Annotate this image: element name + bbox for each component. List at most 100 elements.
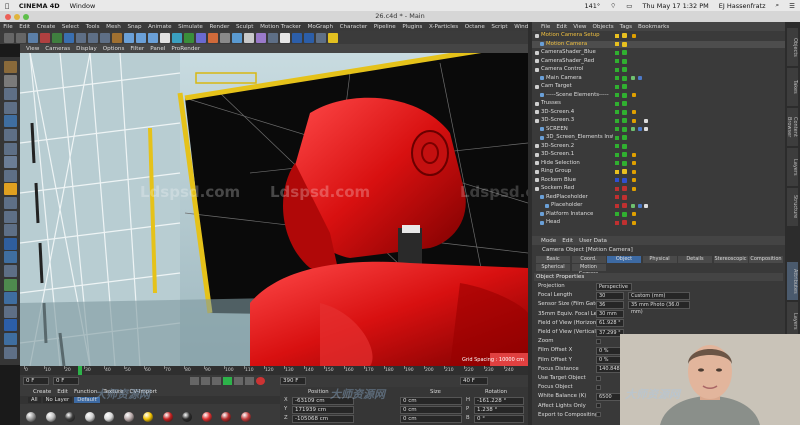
left-tool-icon[interactable] xyxy=(4,61,17,73)
visibility-dot[interactable] xyxy=(622,194,627,200)
rotation-field[interactable]: 1.238 ° xyxy=(474,406,524,414)
left-tool-icon[interactable] xyxy=(4,88,17,101)
object-row[interactable]: 3D-Screen.2 xyxy=(532,143,785,151)
visibility-dot[interactable] xyxy=(622,92,627,98)
toolbar-tool-icon[interactable] xyxy=(136,32,146,43)
toolbar-tool-icon[interactable] xyxy=(244,32,254,43)
rotation-field[interactable]: -161.228 ° xyxy=(474,397,524,405)
object-row[interactable]: 3D-Screen.1 xyxy=(532,151,785,159)
menu-item-file[interactable]: File xyxy=(0,24,16,30)
object-row[interactable]: -----Scene Elements----- xyxy=(532,92,785,100)
right-tab-content-browser[interactable]: Content Browser xyxy=(787,108,798,146)
attribute-checkbox[interactable] xyxy=(596,338,601,344)
attribute-tab-stereoscopic[interactable]: Stereoscopic xyxy=(713,256,748,263)
attribute-checkbox[interactable] xyxy=(596,412,601,418)
visibility-dot[interactable] xyxy=(622,109,627,115)
timeline-ruler[interactable]: 0 10 20 30 40 50 60 70 80 90 100 110 120 130 140 150 160… xyxy=(20,366,528,375)
visibility-dot[interactable] xyxy=(622,135,627,140)
object-menu-objects[interactable]: Objects xyxy=(590,24,617,30)
object-row[interactable]: Motion Camera Setup xyxy=(532,32,785,40)
material-menu-edit[interactable]: Edit xyxy=(54,389,71,395)
layer-color-swatch[interactable] xyxy=(615,195,619,199)
object-row[interactable]: CameraShader_Red xyxy=(532,58,785,66)
right-tab-structure[interactable]: Structure xyxy=(787,188,798,226)
toolbar-tool-icon[interactable] xyxy=(196,32,206,43)
toolbar-tool-icon[interactable] xyxy=(64,32,74,43)
left-tool-icon[interactable] xyxy=(4,305,17,318)
step-forward-icon[interactable] xyxy=(234,377,243,385)
toolbar-tool-icon[interactable] xyxy=(52,32,62,43)
toolbar-tool-icon[interactable] xyxy=(16,32,26,43)
material-sphere[interactable] xyxy=(182,412,192,422)
left-tool-icon[interactable] xyxy=(4,333,17,345)
left-tool-icon[interactable] xyxy=(4,156,17,169)
toolbar-tool-icon[interactable] xyxy=(148,32,158,43)
material-sphere[interactable] xyxy=(143,412,153,422)
attribute-checkbox[interactable] xyxy=(596,375,601,381)
layer-color-swatch[interactable] xyxy=(615,203,619,208)
layer-color-swatch[interactable] xyxy=(615,212,619,216)
toolbar-tool-icon[interactable] xyxy=(220,32,230,43)
layer-color-swatch[interactable] xyxy=(615,178,619,182)
layer-color-swatch[interactable] xyxy=(615,144,619,148)
layer-color-swatch[interactable] xyxy=(615,50,619,55)
attribute-tab-motioncamera[interactable]: Motion Camera xyxy=(571,264,606,277)
menu-item-edit[interactable]: Edit xyxy=(16,24,33,30)
play-icon[interactable] xyxy=(223,377,232,385)
material-sphere[interactable] xyxy=(104,412,114,422)
visibility-dot[interactable] xyxy=(622,101,627,106)
material-sphere[interactable] xyxy=(123,412,134,422)
viewport-menu-prorender[interactable]: ProRender xyxy=(168,46,203,52)
tag-icon[interactable] xyxy=(632,33,636,38)
tag-icon[interactable] xyxy=(638,203,642,208)
menu-item-simulate[interactable]: Simulate xyxy=(175,24,206,30)
toolbar-tool-icon[interactable] xyxy=(304,32,314,43)
size-field[interactable]: 0 cm xyxy=(400,397,462,405)
right-tab-layers[interactable]: Layers xyxy=(787,148,798,186)
tag-icon[interactable] xyxy=(632,152,636,157)
object-row[interactable]: Main Camera xyxy=(532,75,785,83)
menu-item-tools[interactable]: Tools xyxy=(82,24,102,30)
material-sphere[interactable] xyxy=(201,412,212,422)
left-tool-icon[interactable] xyxy=(4,129,17,141)
object-menu-edit[interactable]: Edit xyxy=(553,24,570,30)
right-tab-attributes[interactable]: Attributes xyxy=(787,262,798,300)
object-menu-tags[interactable]: Tags xyxy=(617,24,635,30)
toolbar-tool-icon[interactable] xyxy=(268,32,278,43)
left-tool-icon[interactable] xyxy=(4,224,17,237)
layer-color-swatch[interactable] xyxy=(615,135,619,140)
layer-color-swatch[interactable] xyxy=(615,101,619,106)
zoom-window-icon[interactable] xyxy=(23,14,29,20)
layer-color-swatch[interactable] xyxy=(615,110,619,114)
object-menu-bookmarks[interactable]: Bookmarks xyxy=(635,24,672,30)
wifi-icon[interactable]: ⌔ xyxy=(605,1,621,10)
attribute-value-field[interactable]: Perspective xyxy=(596,282,632,291)
menu-item-character[interactable]: Character xyxy=(336,24,370,30)
tag-icon[interactable] xyxy=(632,110,636,114)
object-row[interactable]: Ring Group xyxy=(532,168,785,176)
size-field[interactable]: 0 cm xyxy=(400,406,462,414)
go-start-icon[interactable] xyxy=(190,377,199,385)
left-tool-icon[interactable] xyxy=(4,292,17,305)
tag-icon[interactable] xyxy=(638,76,642,80)
tag-icon[interactable] xyxy=(632,212,636,216)
attribute-value-field[interactable]: 30 mm xyxy=(596,310,624,319)
left-tool-icon[interactable] xyxy=(4,265,17,277)
layer-color-swatch[interactable] xyxy=(615,169,619,174)
toolbar-tool-icon[interactable] xyxy=(256,32,266,43)
object-row[interactable]: RedPlaceholder xyxy=(532,194,785,202)
tag-icon[interactable] xyxy=(632,161,636,165)
attribute-preset-dropdown[interactable]: 35 mm Photo (36.0 mm) xyxy=(628,300,690,315)
attribute-value-field[interactable]: 36 xyxy=(596,300,624,309)
tag-icon[interactable] xyxy=(644,203,648,208)
left-tool-icon[interactable] xyxy=(4,101,17,114)
menu-item-mograph[interactable]: MoGraph xyxy=(304,24,336,30)
visibility-dot[interactable] xyxy=(622,67,627,72)
left-tool-icon[interactable] xyxy=(4,142,17,155)
visibility-dot[interactable] xyxy=(622,152,627,157)
visibility-dot[interactable] xyxy=(622,33,627,38)
right-tab-objects[interactable]: Objects xyxy=(787,28,798,66)
menu-item-script[interactable]: Script xyxy=(488,24,511,30)
left-tool-icon[interactable] xyxy=(4,183,17,196)
tag-icon[interactable] xyxy=(632,186,636,191)
